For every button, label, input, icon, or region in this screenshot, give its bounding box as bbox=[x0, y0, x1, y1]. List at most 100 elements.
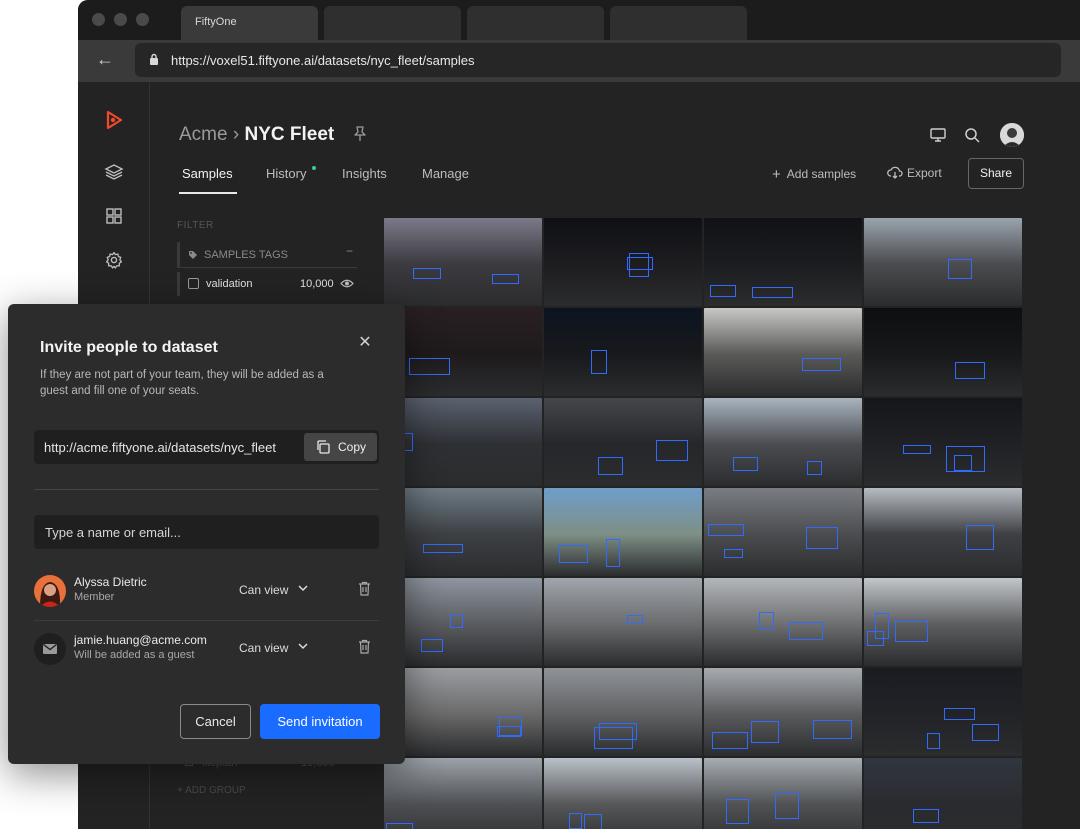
copy-button[interactable]: Copy bbox=[304, 433, 377, 461]
sample-thumbnail[interactable] bbox=[544, 668, 702, 756]
detection-bbox bbox=[627, 257, 653, 270]
add-samples-button[interactable]: + Add samples bbox=[772, 166, 856, 183]
detection-bbox bbox=[492, 274, 519, 284]
breadcrumb-org[interactable]: Acme bbox=[179, 124, 228, 145]
history-new-dot bbox=[312, 166, 316, 170]
monitor-icon[interactable] bbox=[929, 126, 947, 144]
sample-thumbnail[interactable] bbox=[384, 488, 542, 576]
address-bar[interactable]: https://voxel51.fiftyone.ai/datasets/nyc… bbox=[135, 43, 1061, 77]
window-minimize-dot[interactable] bbox=[114, 13, 127, 26]
sample-thumbnail[interactable] bbox=[544, 758, 702, 829]
sample-thumbnail[interactable] bbox=[864, 488, 1022, 576]
eye-icon[interactable] bbox=[340, 278, 354, 289]
fiftyone-logo-icon[interactable] bbox=[104, 110, 124, 130]
back-arrow-icon[interactable]: ← bbox=[96, 49, 114, 70]
browser-tab[interactable] bbox=[610, 6, 747, 40]
sample-thumbnail[interactable] bbox=[544, 578, 702, 666]
grid-icon[interactable] bbox=[104, 206, 124, 226]
detection-bbox bbox=[598, 457, 623, 475]
sample-thumbnail[interactable] bbox=[544, 218, 702, 306]
thumbnail-road bbox=[704, 623, 862, 666]
thumbnail-background bbox=[384, 758, 542, 804]
detection-bbox bbox=[954, 455, 972, 471]
thumbnail-background bbox=[704, 578, 862, 624]
send-invitation-button[interactable]: Send invitation bbox=[260, 704, 380, 739]
role-dropdown[interactable]: Can view bbox=[239, 583, 288, 597]
sample-thumbnail[interactable] bbox=[704, 398, 862, 486]
tag-name: validation bbox=[206, 278, 253, 290]
window-close-dot[interactable] bbox=[92, 13, 105, 26]
invitee-name: jamie.huang@acme.com bbox=[74, 633, 207, 647]
thumbnail-road bbox=[864, 533, 1022, 576]
detection-bbox bbox=[751, 721, 779, 743]
sample-thumbnail[interactable] bbox=[384, 578, 542, 666]
chevron-down-icon[interactable] bbox=[298, 585, 308, 592]
detection-bbox bbox=[386, 823, 413, 829]
thumbnail-background bbox=[864, 398, 1022, 444]
sample-thumbnail[interactable] bbox=[704, 758, 862, 829]
thumbnail-road bbox=[384, 623, 542, 666]
user-avatar[interactable] bbox=[1000, 123, 1024, 147]
thumbnail-road bbox=[384, 353, 542, 396]
pin-icon[interactable] bbox=[353, 126, 367, 142]
sample-tags-group[interactable]: SAMPLES TAGS − bbox=[177, 242, 357, 268]
sample-thumbnail[interactable] bbox=[864, 758, 1022, 829]
sample-thumbnail[interactable] bbox=[864, 668, 1022, 756]
sample-thumbnail[interactable] bbox=[704, 668, 862, 756]
detection-bbox bbox=[903, 445, 931, 454]
export-button[interactable]: Export bbox=[887, 166, 942, 180]
sample-thumbnail[interactable] bbox=[704, 218, 862, 306]
lock-icon bbox=[150, 53, 158, 65]
browser-tab-active[interactable]: FiftyOne bbox=[181, 6, 318, 40]
invite-search-input[interactable]: Type a name or email... bbox=[34, 515, 379, 549]
tab-samples[interactable]: Samples bbox=[182, 166, 233, 181]
close-icon[interactable]: ✕ bbox=[357, 335, 373, 351]
sample-thumbnail[interactable] bbox=[544, 398, 702, 486]
sample-thumbnail[interactable] bbox=[384, 668, 542, 756]
sample-thumbnail[interactable] bbox=[384, 218, 542, 306]
sample-thumbnail[interactable] bbox=[864, 218, 1022, 306]
role-dropdown[interactable]: Can view bbox=[239, 641, 288, 655]
layers-icon[interactable] bbox=[104, 162, 124, 182]
sample-thumbnail[interactable] bbox=[384, 308, 542, 396]
sample-thumbnail[interactable] bbox=[704, 488, 862, 576]
thumbnail-road bbox=[704, 443, 862, 486]
sample-tags-label: SAMPLES TAGS bbox=[204, 249, 288, 261]
tab-history[interactable]: History bbox=[266, 166, 306, 181]
sample-thumbnail[interactable] bbox=[544, 488, 702, 576]
sample-thumbnail[interactable] bbox=[704, 578, 862, 666]
tag-filter-row[interactable]: validation 10,000 bbox=[177, 272, 357, 296]
trash-icon[interactable] bbox=[358, 639, 371, 654]
chevron-down-icon[interactable] bbox=[298, 643, 308, 650]
mail-avatar bbox=[34, 633, 66, 665]
gear-icon[interactable] bbox=[104, 250, 124, 270]
tab-insights[interactable]: Insights bbox=[342, 166, 387, 181]
invitee-status: Will be added as a guest bbox=[74, 649, 195, 661]
tag-checkbox[interactable] bbox=[188, 278, 199, 289]
cancel-button[interactable]: Cancel bbox=[180, 704, 251, 739]
sample-thumbnail[interactable] bbox=[384, 398, 542, 486]
browser-tab[interactable] bbox=[467, 6, 604, 40]
detection-bbox bbox=[710, 285, 736, 297]
browser-tab[interactable] bbox=[324, 6, 461, 40]
sample-thumbnail[interactable] bbox=[544, 308, 702, 396]
collapse-icon[interactable]: − bbox=[346, 244, 353, 258]
share-button[interactable]: Share bbox=[968, 158, 1024, 189]
thumbnail-background bbox=[864, 758, 1022, 804]
thumbnail-background bbox=[704, 398, 862, 444]
sample-thumbnail[interactable] bbox=[704, 308, 862, 396]
share-link-field[interactable]: http://acme.fiftyone.ai/datasets/nyc_fle… bbox=[34, 430, 379, 464]
detection-bbox bbox=[807, 461, 822, 475]
filter-heading: FILTER bbox=[177, 220, 214, 231]
sample-thumbnail[interactable] bbox=[864, 308, 1022, 396]
window-zoom-dot[interactable] bbox=[136, 13, 149, 26]
search-icon[interactable] bbox=[963, 126, 981, 144]
detection-bbox bbox=[724, 549, 743, 558]
sample-thumbnail[interactable] bbox=[864, 398, 1022, 486]
add-group-button[interactable]: + ADD GROUP bbox=[177, 785, 246, 796]
tab-manage[interactable]: Manage bbox=[422, 166, 469, 181]
sample-thumbnail[interactable] bbox=[384, 758, 542, 829]
trash-icon[interactable] bbox=[358, 581, 371, 596]
detection-bbox bbox=[759, 612, 774, 630]
sample-thumbnail[interactable] bbox=[864, 578, 1022, 666]
